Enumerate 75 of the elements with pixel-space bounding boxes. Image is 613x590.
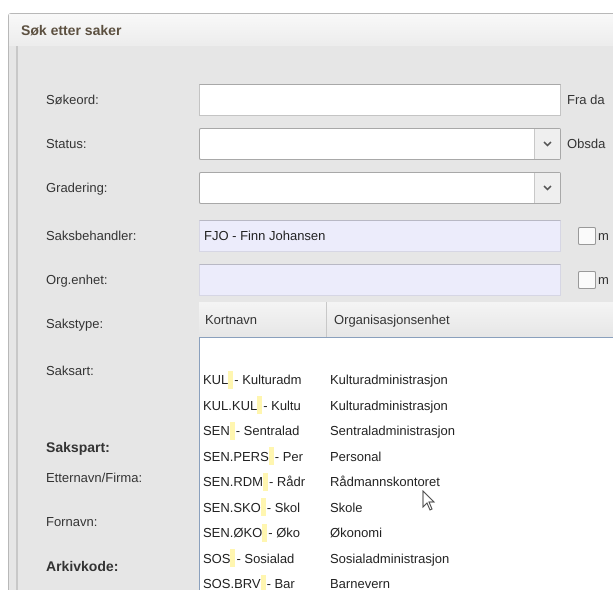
mouse-pointer-icon	[422, 490, 436, 512]
dropdown-button[interactable]	[534, 173, 560, 203]
list-row[interactable]: KUL - Kulturadm Kulturadministrasjon	[200, 367, 613, 392]
dropdown-field[interactable]	[199, 128, 561, 160]
highlight-marker	[257, 396, 262, 414]
list-cell-text: - Øko	[268, 524, 300, 542]
column-header[interactable]: Organisasjonsenhet	[327, 302, 613, 337]
chevron-down-icon	[543, 141, 552, 147]
highlight-marker	[228, 370, 234, 389]
list-cell-text: Skole	[330, 498, 363, 516]
list-cell-text: Barnevern	[330, 575, 390, 590]
list-row[interactable]: SEN.ØKO - Øko Økonomi	[200, 520, 613, 546]
list-cell-text: Rådmannskontoret	[330, 473, 440, 491]
list-cell-text: Sosialadministrasjon	[330, 550, 450, 568]
list-cell-text: SOS.BRV	[203, 575, 261, 590]
list-row[interactable]: SOS - Sosialad Sosialadministrasjon	[200, 546, 613, 571]
list-cell-text: KUL	[203, 371, 228, 389]
field-label: Sakstype:	[46, 315, 104, 333]
dialog-title: Søk etter saker	[21, 20, 122, 40]
list-cell-text: Personal	[330, 448, 382, 466]
field-label: Søkeord:	[46, 91, 100, 110]
list-cell-text: SOS	[203, 550, 230, 568]
list-cell-text: Sentraladministrasjon	[330, 422, 456, 440]
list-cell-text: - Bar	[266, 575, 295, 590]
input-field[interactable]	[199, 84, 561, 116]
highlight-marker	[260, 574, 266, 590]
highlight-marker	[230, 549, 236, 568]
field-label: Saksbehandler:	[46, 227, 138, 246]
highlight-marker	[260, 498, 266, 516]
list-cell-text: SEN.ØKO	[203, 524, 262, 542]
field-label: Status:	[46, 135, 88, 154]
list-cell-text: - Kultu	[263, 396, 301, 414]
checkbox-label: m	[598, 227, 609, 246]
list-cell-text: SEN.RDM	[203, 473, 263, 491]
highlight-marker	[268, 447, 274, 466]
list-cell-text: - Skol	[266, 498, 300, 516]
list-cell-text: - Per	[274, 448, 303, 466]
list-row[interactable]: SEN.SKO - Skol Skole	[200, 494, 613, 520]
checkbox[interactable]	[578, 271, 596, 289]
list-cell-text: SEN.SKO	[203, 498, 261, 516]
field-label: Fornavn:	[46, 513, 98, 531]
highlight-marker	[230, 422, 235, 440]
list-row[interactable]: KUL.KUL - Kultu Kulturadministrasjon	[200, 392, 613, 418]
list-cell-text: SEN	[203, 422, 230, 440]
dropdown-field[interactable]	[199, 172, 561, 204]
field-label: Fra da	[567, 91, 605, 110]
list-row[interactable]: SEN - Sentralad Sentraladministrasjon	[200, 418, 613, 444]
list-cell-text: - Sentralad	[236, 422, 300, 440]
list-row[interactable]: SEN.RDM - Rådr Rådmannskontoret	[200, 469, 613, 494]
chevron-down-icon	[543, 185, 552, 191]
list-cell-text: Økonomi	[330, 524, 382, 542]
field-label: Sakspart:	[46, 438, 110, 457]
list-row[interactable]: SEN.PERS - Per Personal	[200, 444, 613, 469]
dropdown-button[interactable]	[534, 129, 560, 159]
column-header[interactable]: Kortnavn	[199, 302, 327, 337]
list-row[interactable]: SOS.BRV - Bar Barnevern	[200, 571, 613, 590]
field-label: Gradering:	[46, 179, 108, 198]
list-cell-text: SEN.PERS	[203, 448, 269, 466]
field-label: Etternavn/Firma:	[46, 469, 142, 487]
list-cell-text: KUL.KUL	[203, 396, 258, 414]
list-cell-text: - Rådr	[268, 473, 306, 491]
checkbox-label: m	[598, 271, 609, 290]
checkbox[interactable]	[578, 227, 596, 245]
highlight-marker	[262, 524, 268, 542]
list-cell-text: - Sosialad	[236, 550, 294, 568]
list-cell-text: Kulturadministrasjon	[330, 371, 448, 389]
highlight-marker	[262, 472, 268, 491]
lookup-field[interactable]: FJO - Finn Johansen	[199, 220, 561, 252]
list-cell-text: Kulturadministrasjon	[330, 396, 448, 415]
field-label: Org.enhet:	[46, 271, 108, 290]
list-cell-text: - Kulturadm	[234, 371, 302, 389]
lookup-field[interactable]	[199, 264, 561, 296]
field-label: Saksart:	[46, 362, 94, 380]
field-label: Arkivkode:	[46, 557, 118, 576]
field-label: Obsda	[567, 135, 606, 154]
